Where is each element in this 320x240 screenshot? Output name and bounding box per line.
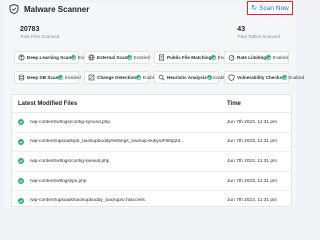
file-time: Jun 7th 2023, 11:31 pm	[227, 139, 278, 145]
feature-name: Rate Limiting	[237, 55, 267, 60]
table-header: Latest Modified Files Time	[12, 95, 291, 113]
check-icon	[18, 158, 24, 165]
feature-status-label: Enabled	[288, 75, 305, 80]
check-icon	[18, 138, 24, 145]
feature-status: Enabled	[127, 55, 150, 60]
page-title: Malware Scanner	[24, 4, 90, 14]
heuristic-icon	[158, 74, 165, 81]
file-path: /wp-content/wflogs/config-synced.php	[30, 119, 110, 125]
check-icon	[206, 75, 212, 80]
shield-icon	[9, 4, 19, 14]
feature-status-label: Enabled	[133, 55, 150, 60]
title-wrap: Malware Scanner	[9, 4, 89, 14]
feature-card: Vulnerability Checks Enabled	[224, 71, 304, 84]
globe-icon	[88, 54, 95, 61]
feature-status: Enabled	[58, 75, 81, 80]
check-icon	[282, 75, 288, 80]
feature-name: Change Detection	[97, 75, 137, 80]
files-scanned-label: Total Files Scanned	[20, 34, 60, 39]
check-icon	[127, 55, 133, 60]
file-match-icon	[158, 54, 165, 61]
table-row: /wp-content/uploads/backupbuddy_backups/…	[12, 191, 291, 210]
file-path: /wp-content/uploads/pb_backupbuddy/setti…	[30, 139, 185, 145]
change-icon	[88, 74, 95, 81]
feature-card: Heuristic Analysis Enabled	[154, 71, 229, 84]
feature-card: External Scan Enabled	[84, 51, 150, 64]
check-icon	[266, 55, 272, 60]
feature-status-label: Enabled	[64, 75, 81, 80]
vulnerability-icon	[228, 74, 235, 81]
feature-status: Enabled	[266, 55, 288, 60]
refresh-icon: ↻	[251, 5, 258, 12]
feature-grid: Deep Learning Scan Enabled External Scan…	[14, 51, 304, 84]
file-time: Jun 7th 2023, 11:31 pm	[227, 198, 278, 204]
stats-row: 20783 Total Files Scanned 43 Total Table…	[20, 26, 280, 44]
feature-name: Heuristic Analysis	[167, 75, 207, 80]
time-column-header: Time	[227, 100, 241, 107]
feature-name: Public File Matching	[167, 55, 212, 60]
brain-icon	[18, 54, 25, 61]
file-path: /wp-content/wflogs/ips.php	[30, 178, 87, 184]
file-path: /wp-content/wflogs/config-livewaf.php	[30, 158, 110, 164]
file-time: Jun 7th 2023, 11:31 pm	[227, 178, 278, 184]
header: Malware Scanner ↻ Scan Now	[4, 0, 296, 18]
file-time: Jun 7th 2023, 11:31 pm	[227, 158, 278, 164]
check-icon	[136, 75, 142, 80]
files-scanned-value: 20783	[20, 26, 40, 33]
feature-status: Enabled	[282, 75, 304, 80]
check-icon	[71, 55, 77, 60]
tables-scanned-label: Total Tables Scanned	[237, 34, 280, 39]
database-icon	[18, 74, 25, 81]
feature-name: Vulnerability Checks	[237, 75, 283, 80]
check-icon	[58, 75, 64, 80]
feature-name: Deep Learning Scan	[27, 55, 72, 60]
file-time: Jun 7th 2023, 11:31 pm	[227, 119, 278, 125]
table-row: /wp-content/wflogs/ips.php Jun 7th 2023,…	[12, 172, 291, 192]
check-icon	[18, 197, 24, 204]
feature-card: Rate Limiting Enabled	[224, 51, 289, 64]
scan-now-label: Scan Now	[259, 4, 289, 12]
latest-files-table: Latest Modified Files Time /wp-content/w…	[11, 94, 292, 207]
feature-card: Deep Learning Scan Enabled	[14, 51, 93, 64]
scan-now-button[interactable]: ↻ Scan Now	[247, 1, 293, 15]
feature-name: External Scan	[97, 55, 128, 60]
feature-card: Change Detection Enabled	[84, 71, 158, 84]
check-icon	[18, 178, 24, 185]
table-row: /wp-content/wflogs/config-synced.php Jun…	[12, 113, 291, 133]
rate-limit-icon	[228, 54, 235, 61]
feature-name: Deep DB Scan	[27, 75, 59, 80]
tables-scanned-value: 43	[237, 26, 246, 33]
tables-scanned-stat: 43 Total Tables Scanned	[237, 26, 280, 40]
check-icon	[211, 55, 217, 60]
table-row: /wp-content/wflogs/config-livewaf.php Ju…	[12, 152, 291, 172]
feature-status-label: Enabled	[272, 55, 289, 60]
feature-card: Public File Matching Enabled	[154, 51, 234, 64]
file-path: /wp-content/uploads/backupbuddy_backups/…	[30, 198, 145, 204]
feature-card: Deep DB Scan Enabled	[14, 71, 81, 84]
table-row: /wp-content/uploads/pb_backupbuddy/setti…	[12, 133, 291, 153]
table-title: Latest Modified Files	[18, 100, 78, 107]
check-icon	[18, 119, 24, 126]
files-scanned-stat: 20783 Total Files Scanned	[20, 26, 59, 40]
